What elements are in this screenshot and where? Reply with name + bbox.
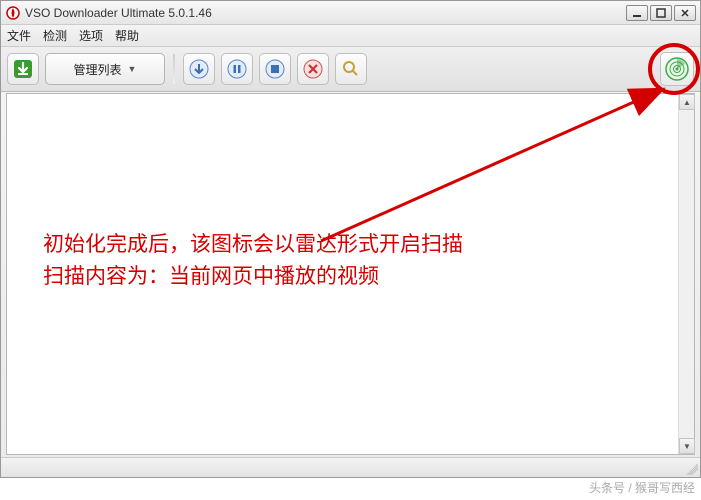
search-icon [341, 59, 361, 79]
window-title: VSO Downloader Ultimate 5.0.1.46 [25, 6, 626, 20]
app-window: VSO Downloader Ultimate 5.0.1.46 文件 检测 选… [0, 0, 701, 478]
delete-button[interactable] [297, 53, 329, 85]
manage-list-button[interactable]: 管理列表 ▼ [45, 53, 165, 85]
start-button[interactable] [183, 53, 215, 85]
app-icon [5, 5, 21, 21]
window-controls [626, 5, 696, 21]
menu-help[interactable]: 帮助 [115, 27, 139, 44]
radar-icon [664, 56, 690, 82]
maximize-button[interactable] [650, 5, 672, 21]
radar-scan-button[interactable] [660, 52, 694, 86]
menu-detect[interactable]: 检测 [43, 27, 67, 44]
toolbar: 管理列表 ▼ [1, 47, 700, 92]
resize-grip[interactable] [686, 463, 698, 475]
minimize-button[interactable] [626, 5, 648, 21]
download-button[interactable] [7, 53, 39, 85]
close-button[interactable] [674, 5, 696, 21]
titlebar: VSO Downloader Ultimate 5.0.1.46 [1, 1, 700, 25]
download-icon [12, 58, 34, 80]
stop-button[interactable] [259, 53, 291, 85]
toolbar-divider [173, 54, 175, 84]
scroll-down-button[interactable]: ▼ [679, 438, 695, 454]
watermark: 头条号 / 猴哥写西经 [589, 479, 695, 496]
scroll-up-button[interactable]: ▲ [679, 94, 695, 110]
vertical-scrollbar[interactable]: ▲ ▼ [678, 94, 694, 454]
search-button[interactable] [335, 53, 367, 85]
chevron-down-icon: ▼ [128, 64, 137, 74]
content-area: ▲ ▼ [6, 93, 695, 455]
menu-options[interactable]: 选项 [79, 27, 103, 44]
pause-button[interactable] [221, 53, 253, 85]
pause-icon [227, 59, 247, 79]
menubar: 文件 检测 选项 帮助 [1, 25, 700, 47]
delete-icon [303, 59, 323, 79]
stop-icon [265, 59, 285, 79]
menu-file[interactable]: 文件 [7, 27, 31, 44]
manage-list-label: 管理列表 [74, 61, 122, 78]
statusbar [1, 457, 700, 477]
play-down-icon [189, 59, 209, 79]
